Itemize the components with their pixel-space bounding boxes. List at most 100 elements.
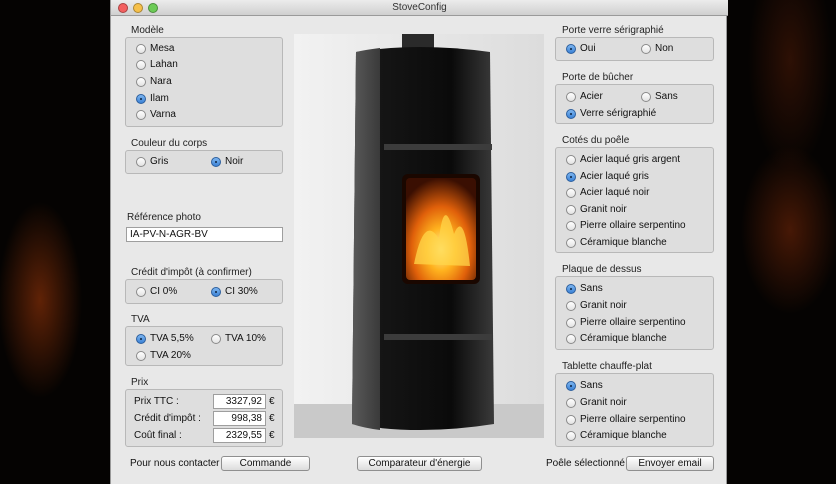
radio-label: Non bbox=[655, 43, 674, 54]
zoom-window-icon[interactable] bbox=[148, 3, 158, 13]
radio-porte-bucher-2[interactable]: Verre sérigraphié bbox=[566, 108, 656, 119]
radio-cotes-2[interactable]: Acier laqué noir bbox=[566, 187, 649, 198]
radio-tablette-1[interactable]: Granit noir bbox=[566, 397, 627, 408]
radio-plaque-0[interactable]: Sans bbox=[566, 283, 603, 294]
radio-label: Gris bbox=[150, 156, 169, 167]
radio-cotes-3[interactable]: Granit noir bbox=[566, 204, 627, 215]
radio-tablette-2[interactable]: Pierre ollaire serpentino bbox=[566, 414, 686, 425]
radio-porte-verre-0[interactable]: Oui bbox=[566, 43, 596, 54]
credit-title: Crédit d'impôt (à confirmer) bbox=[131, 267, 252, 278]
radio-porte-verre-1[interactable]: Non bbox=[641, 43, 673, 54]
radio-indicator bbox=[566, 187, 576, 198]
credit-impot-label: Crédit d'impôt : bbox=[134, 413, 201, 424]
radio-label: Acier laqué gris bbox=[580, 171, 649, 182]
credit-group: CI 0% CI 30% bbox=[125, 279, 283, 304]
prix-ttc-field[interactable]: 3327,92 bbox=[213, 394, 266, 409]
radio-cotes-4[interactable]: Pierre ollaire serpentino bbox=[566, 220, 686, 231]
radio-indicator bbox=[566, 171, 576, 182]
radio-label: Acier laqué gris argent bbox=[580, 154, 681, 165]
radio-label: TVA 20% bbox=[150, 350, 191, 361]
radio-indicator bbox=[136, 333, 146, 344]
radio-cotes-1[interactable]: Acier laqué gris bbox=[566, 171, 649, 182]
prix-ttc-unit: € bbox=[269, 396, 275, 407]
plaque-title: Plaque de dessus bbox=[562, 264, 642, 275]
radio-indicator bbox=[136, 93, 146, 104]
radio-label: Granit noir bbox=[580, 397, 627, 408]
radio-indicator bbox=[641, 91, 651, 102]
radio-credit-1[interactable]: CI 30% bbox=[211, 286, 258, 297]
radio-plaque-2[interactable]: Pierre ollaire serpentino bbox=[566, 317, 686, 328]
envoyer-email-button[interactable]: Envoyer email bbox=[626, 456, 714, 471]
radio-porte-bucher-1[interactable]: Sans bbox=[641, 91, 678, 102]
radio-couleur-1[interactable]: Noir bbox=[211, 156, 243, 167]
radio-indicator bbox=[641, 43, 651, 54]
radio-indicator bbox=[566, 108, 576, 119]
cout-final-field[interactable]: 2329,55 bbox=[213, 428, 266, 443]
modele-title: Modèle bbox=[131, 25, 164, 36]
comparateur-energie-button[interactable]: Comparateur d'énergie bbox=[357, 456, 482, 471]
reference-title: Référence photo bbox=[127, 212, 201, 223]
porte-verre-group: Oui Non bbox=[555, 37, 714, 61]
radio-indicator bbox=[211, 333, 221, 344]
radio-indicator bbox=[136, 43, 146, 54]
radio-label: Varna bbox=[150, 109, 176, 120]
couleur-title: Couleur du corps bbox=[131, 138, 208, 149]
radio-indicator bbox=[566, 380, 576, 391]
radio-indicator bbox=[566, 220, 576, 231]
radio-tva-0[interactable]: TVA 5,5% bbox=[136, 333, 194, 344]
prix-title: Prix bbox=[131, 377, 149, 388]
radio-credit-0[interactable]: CI 0% bbox=[136, 286, 177, 297]
modele-group: Mesa Lahan Nara Ilam Varna bbox=[125, 37, 283, 127]
close-window-icon[interactable] bbox=[118, 3, 128, 13]
cout-final-unit: € bbox=[269, 430, 275, 441]
tablette-group: Sans Granit noir Pierre ollaire serpenti… bbox=[555, 373, 714, 447]
radio-indicator bbox=[566, 154, 576, 165]
radio-label: Granit noir bbox=[580, 300, 627, 311]
radio-modele-4[interactable]: Varna bbox=[136, 109, 176, 120]
radio-label: Sans bbox=[655, 91, 678, 102]
radio-label: Acier bbox=[580, 91, 603, 102]
radio-modele-0[interactable]: Mesa bbox=[136, 43, 174, 54]
radio-tva-2[interactable]: TVA 20% bbox=[136, 350, 191, 361]
radio-indicator bbox=[566, 397, 576, 408]
minimize-window-icon[interactable] bbox=[133, 3, 143, 13]
stove-photo bbox=[294, 34, 544, 438]
radio-label: TVA 5,5% bbox=[150, 333, 194, 344]
commande-button[interactable]: Commande bbox=[221, 456, 310, 471]
porte-verre-title: Porte verre sérigraphié bbox=[562, 25, 664, 36]
radio-label: Céramique blanche bbox=[580, 237, 667, 248]
radio-tva-1[interactable]: TVA 10% bbox=[211, 333, 266, 344]
radio-plaque-3[interactable]: Céramique blanche bbox=[566, 333, 667, 344]
radio-couleur-0[interactable]: Gris bbox=[136, 156, 168, 167]
radio-modele-1[interactable]: Lahan bbox=[136, 59, 178, 70]
radio-label: Verre sérigraphié bbox=[580, 108, 657, 119]
cotes-title: Cotés du poêle bbox=[562, 135, 630, 146]
radio-label: TVA 10% bbox=[225, 333, 266, 344]
radio-indicator bbox=[566, 237, 576, 248]
radio-indicator bbox=[211, 286, 221, 297]
radio-cotes-5[interactable]: Céramique blanche bbox=[566, 237, 667, 248]
radio-indicator bbox=[566, 317, 576, 328]
radio-indicator bbox=[136, 350, 146, 361]
couleur-group: Gris Noir bbox=[125, 150, 283, 174]
radio-indicator bbox=[136, 156, 146, 167]
prix-group: Prix TTC : 3327,92 € Crédit d'impôt : 99… bbox=[125, 389, 283, 447]
radio-tablette-0[interactable]: Sans bbox=[566, 380, 603, 391]
radio-indicator bbox=[136, 286, 146, 297]
radio-porte-bucher-0[interactable]: Acier bbox=[566, 91, 603, 102]
radio-label: Ilam bbox=[150, 93, 169, 104]
radio-indicator bbox=[566, 300, 576, 311]
radio-modele-2[interactable]: Nara bbox=[136, 76, 172, 87]
radio-label: CI 0% bbox=[150, 286, 178, 297]
radio-plaque-1[interactable]: Granit noir bbox=[566, 300, 627, 311]
radio-modele-3[interactable]: Ilam bbox=[136, 93, 169, 104]
stoveconfig-window: StoveConfig Modèle Mesa Lahan Nara Ilam … bbox=[110, 0, 728, 484]
tva-title: TVA bbox=[131, 314, 150, 325]
radio-indicator bbox=[566, 283, 576, 294]
radio-cotes-0[interactable]: Acier laqué gris argent bbox=[566, 154, 680, 165]
radio-label: Sans bbox=[580, 283, 603, 294]
radio-tablette-3[interactable]: Céramique blanche bbox=[566, 430, 667, 441]
credit-impot-field[interactable]: 998,38 bbox=[213, 411, 266, 426]
reference-field[interactable]: IA-PV-N-AGR-BV bbox=[126, 227, 283, 242]
tva-group: TVA 5,5% TVA 10% TVA 20% bbox=[125, 326, 283, 366]
